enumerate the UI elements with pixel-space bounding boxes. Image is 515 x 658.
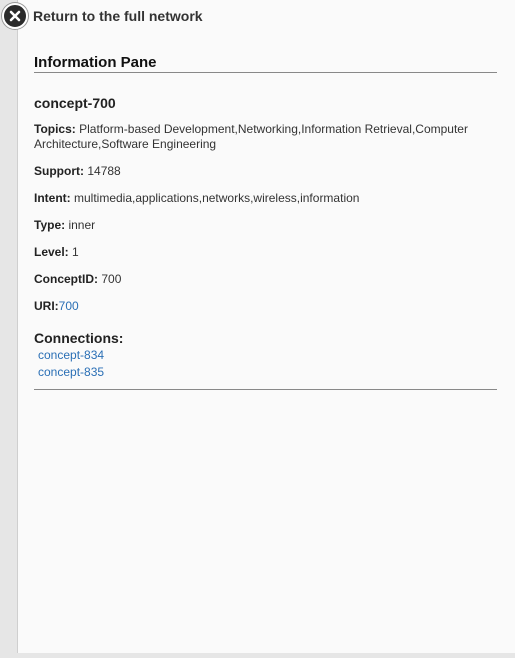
topics-field: Topics: Platform-based Development,Netwo… [34, 122, 497, 152]
topics-value: Platform-based Development,Networking,In… [34, 122, 468, 151]
connection-link[interactable]: concept-834 [38, 347, 497, 364]
level-label: Level: [34, 245, 69, 259]
info-pane-content: Information Pane concept-700 Topics: Pla… [34, 54, 497, 390]
support-label: Support: [34, 164, 84, 178]
type-value: inner [68, 218, 96, 232]
concept-id-label: ConceptID: [34, 272, 98, 286]
intent-field: Intent: multimedia,applications,networks… [34, 191, 497, 206]
connections-heading: Connections: [34, 330, 124, 346]
connection-link[interactable]: concept-835 [38, 364, 497, 381]
close-icon[interactable] [2, 3, 28, 29]
uri-label: URI: [34, 299, 59, 313]
type-label: Type: [34, 218, 66, 232]
uri-field: URI:700 [34, 299, 497, 314]
intent-label: Intent: [34, 191, 71, 205]
concept-id-field: ConceptID: 700 [34, 272, 497, 287]
connections-list: concept-834 concept-835 [34, 347, 497, 381]
support-field: Support: 14788 [34, 164, 497, 179]
topics-label: Topics: [34, 122, 76, 136]
return-to-network-link[interactable]: Return to the full network [2, 2, 203, 30]
concept-name: concept-700 [34, 95, 116, 111]
level-field: Level: 1 [34, 245, 497, 260]
support-value: 14788 [87, 164, 121, 178]
return-label[interactable]: Return to the full network [33, 8, 203, 24]
level-value: 1 [72, 245, 79, 259]
pane-title: Information Pane [34, 54, 497, 73]
uri-link[interactable]: 700 [59, 299, 79, 313]
type-field: Type: inner [34, 218, 497, 233]
intent-value: multimedia,applications,networks,wireles… [74, 191, 360, 205]
concept-id-value: 700 [101, 272, 122, 286]
bottom-divider [34, 389, 497, 390]
